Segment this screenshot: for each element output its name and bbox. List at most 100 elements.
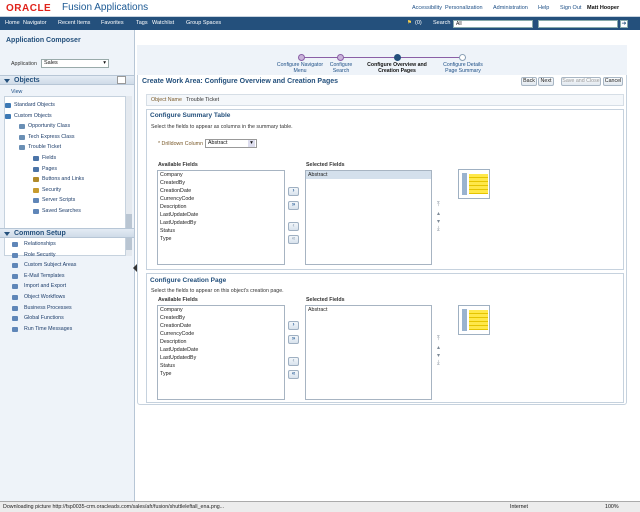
setup-item-5[interactable]: Object Workflows: [24, 294, 65, 300]
cancel-button[interactable]: Cancel: [603, 77, 623, 86]
move-right-icon[interactable]: ›: [288, 321, 299, 330]
administration-menu[interactable]: Administration: [493, 5, 528, 11]
list-item[interactable]: CreatedBy: [158, 179, 284, 187]
train-stop-1-icon[interactable]: [298, 54, 305, 61]
setup-item-4[interactable]: Import and Export: [24, 283, 66, 289]
setup-item-8[interactable]: Run Time Messages: [24, 326, 72, 332]
common-setup-header[interactable]: Common Setup: [0, 228, 134, 238]
setup-item-0[interactable]: Relationships: [24, 241, 56, 247]
list-item[interactable]: CurrencyCode: [158, 330, 284, 338]
user-name: Matt Hooper: [587, 5, 620, 11]
home-link[interactable]: Home: [5, 20, 20, 26]
tree-item-5[interactable]: Fields: [42, 155, 56, 161]
list-item[interactable]: Description: [158, 338, 284, 346]
group-spaces-link[interactable]: Group Spaces: [186, 20, 221, 26]
train-stop-2-label[interactable]: Configure Search: [324, 62, 358, 74]
navigator-menu[interactable]: Navigator: [23, 20, 47, 26]
help-menu[interactable]: Help: [538, 5, 549, 11]
chevron-down-icon: ▾: [103, 60, 106, 66]
application-select[interactable]: Sales ▾: [41, 59, 109, 68]
back-button[interactable]: Back: [521, 77, 537, 86]
list-item[interactable]: Company: [158, 306, 284, 314]
list-item[interactable]: LastUpdatedBy: [158, 354, 284, 362]
sign-out-link[interactable]: Sign Out: [560, 5, 581, 11]
move-all-left-icon[interactable]: «: [288, 235, 299, 244]
summary-selected-list[interactable]: Abstract: [305, 170, 432, 265]
watchlist-menu[interactable]: Watchlist: [152, 20, 174, 26]
accessibility-link[interactable]: Accessibility: [412, 5, 442, 11]
move-down-icon[interactable]: ▾: [437, 352, 440, 359]
tree-node-icon: [19, 145, 25, 151]
train-stop-2-icon[interactable]: [337, 54, 344, 61]
setup-item-3[interactable]: E-Mail Templates: [24, 273, 65, 279]
list-item[interactable]: Status: [158, 227, 284, 235]
list-item[interactable]: LastUpdatedBy: [158, 219, 284, 227]
tree-item-6[interactable]: Pages: [42, 166, 57, 172]
save-and-close-button[interactable]: Save and Close: [561, 77, 601, 86]
move-up-icon[interactable]: ▴: [437, 210, 440, 217]
list-item[interactable]: Abstract: [306, 306, 431, 314]
list-item[interactable]: CreationDate: [158, 322, 284, 330]
tree-item-8[interactable]: Security: [42, 187, 61, 193]
move-all-right-icon[interactable]: »: [288, 201, 299, 210]
move-bottom-icon[interactable]: ⤓: [437, 226, 440, 233]
move-left-icon[interactable]: ‹: [288, 222, 299, 231]
recent-items-menu[interactable]: Recent Items: [58, 20, 90, 26]
tree-item-1[interactable]: Custom Objects: [14, 113, 52, 119]
setup-item-6[interactable]: Business Processes: [24, 305, 72, 311]
list-item[interactable]: LastUpdateDate: [158, 346, 284, 354]
list-item[interactable]: Type: [158, 370, 284, 378]
move-up-icon[interactable]: ▴: [437, 344, 440, 351]
tree-node-icon: [33, 156, 39, 161]
list-item[interactable]: Type: [158, 235, 284, 243]
move-top-icon[interactable]: ⤒: [437, 202, 440, 209]
favorites-menu[interactable]: Favorites: [101, 20, 124, 26]
list-item[interactable]: CurrencyCode: [158, 195, 284, 203]
list-item[interactable]: Description: [158, 203, 284, 211]
list-item[interactable]: CreatedBy: [158, 314, 284, 322]
move-right-icon[interactable]: ›: [288, 187, 299, 196]
next-button[interactable]: Next: [538, 77, 554, 86]
zoom-level[interactable]: 100%: [605, 504, 619, 510]
search-input[interactable]: [538, 20, 618, 28]
train-stop-4-label[interactable]: Configure Details Page Summary: [438, 62, 488, 74]
tree-item-7[interactable]: Buttons and Links: [42, 176, 84, 182]
tree-item-0[interactable]: Standard Objects: [14, 102, 55, 108]
view-menu[interactable]: View: [11, 89, 22, 95]
setup-item-2[interactable]: Custom Subject Areas: [24, 262, 76, 268]
train-stop-4-icon[interactable]: [459, 54, 466, 61]
summary-available-list[interactable]: Company CreatedBy CreationDate CurrencyCode…: [157, 170, 285, 265]
search-scope-select[interactable]: All: [453, 20, 533, 28]
tree-item-3[interactable]: Tech Express Class: [28, 134, 75, 140]
move-all-left-icon[interactable]: «: [288, 370, 299, 379]
new-object-icon[interactable]: [117, 76, 126, 84]
list-item[interactable]: Status: [158, 362, 284, 370]
train-stop-1-label[interactable]: Configure Navigator Menu: [275, 62, 325, 74]
setup-item-1[interactable]: Role Security: [24, 252, 56, 258]
move-top-icon[interactable]: ⤒: [437, 336, 440, 343]
move-bottom-icon[interactable]: ⤓: [437, 360, 440, 367]
list-item[interactable]: Abstract: [306, 171, 431, 179]
tree-item-4[interactable]: Trouble Ticket: [28, 144, 61, 150]
tree-item-10[interactable]: Saved Searches: [42, 208, 81, 214]
tree-item-2[interactable]: Opportunity Class: [28, 123, 70, 129]
list-item[interactable]: LastUpdateDate: [158, 211, 284, 219]
creation-available-list[interactable]: Company CreatedBy CreationDate CurrencyCode…: [157, 305, 285, 400]
personalization-menu[interactable]: Personalization: [445, 5, 483, 11]
drilldown-select[interactable]: Abstract ▾: [205, 139, 257, 148]
move-down-icon[interactable]: ▾: [437, 218, 440, 225]
move-left-icon[interactable]: ‹: [288, 357, 299, 366]
move-all-right-icon[interactable]: »: [288, 335, 299, 344]
notification-icon[interactable]: ⚑: [407, 20, 412, 26]
search-go-icon[interactable]: ➜: [620, 20, 628, 28]
list-item[interactable]: CreationDate: [158, 187, 284, 195]
setup-item-7[interactable]: Global Functions: [24, 315, 64, 321]
tags-link[interactable]: Tags: [136, 20, 148, 26]
tree-node-icon: [19, 124, 25, 130]
objects-header[interactable]: Objects: [0, 75, 134, 85]
tree-item-9[interactable]: Server Scripts: [42, 197, 75, 203]
search-label: Search: [433, 20, 451, 26]
list-item[interactable]: Company: [158, 171, 284, 179]
creation-selected-list[interactable]: Abstract: [305, 305, 432, 400]
setup-item-icon: [12, 295, 18, 300]
